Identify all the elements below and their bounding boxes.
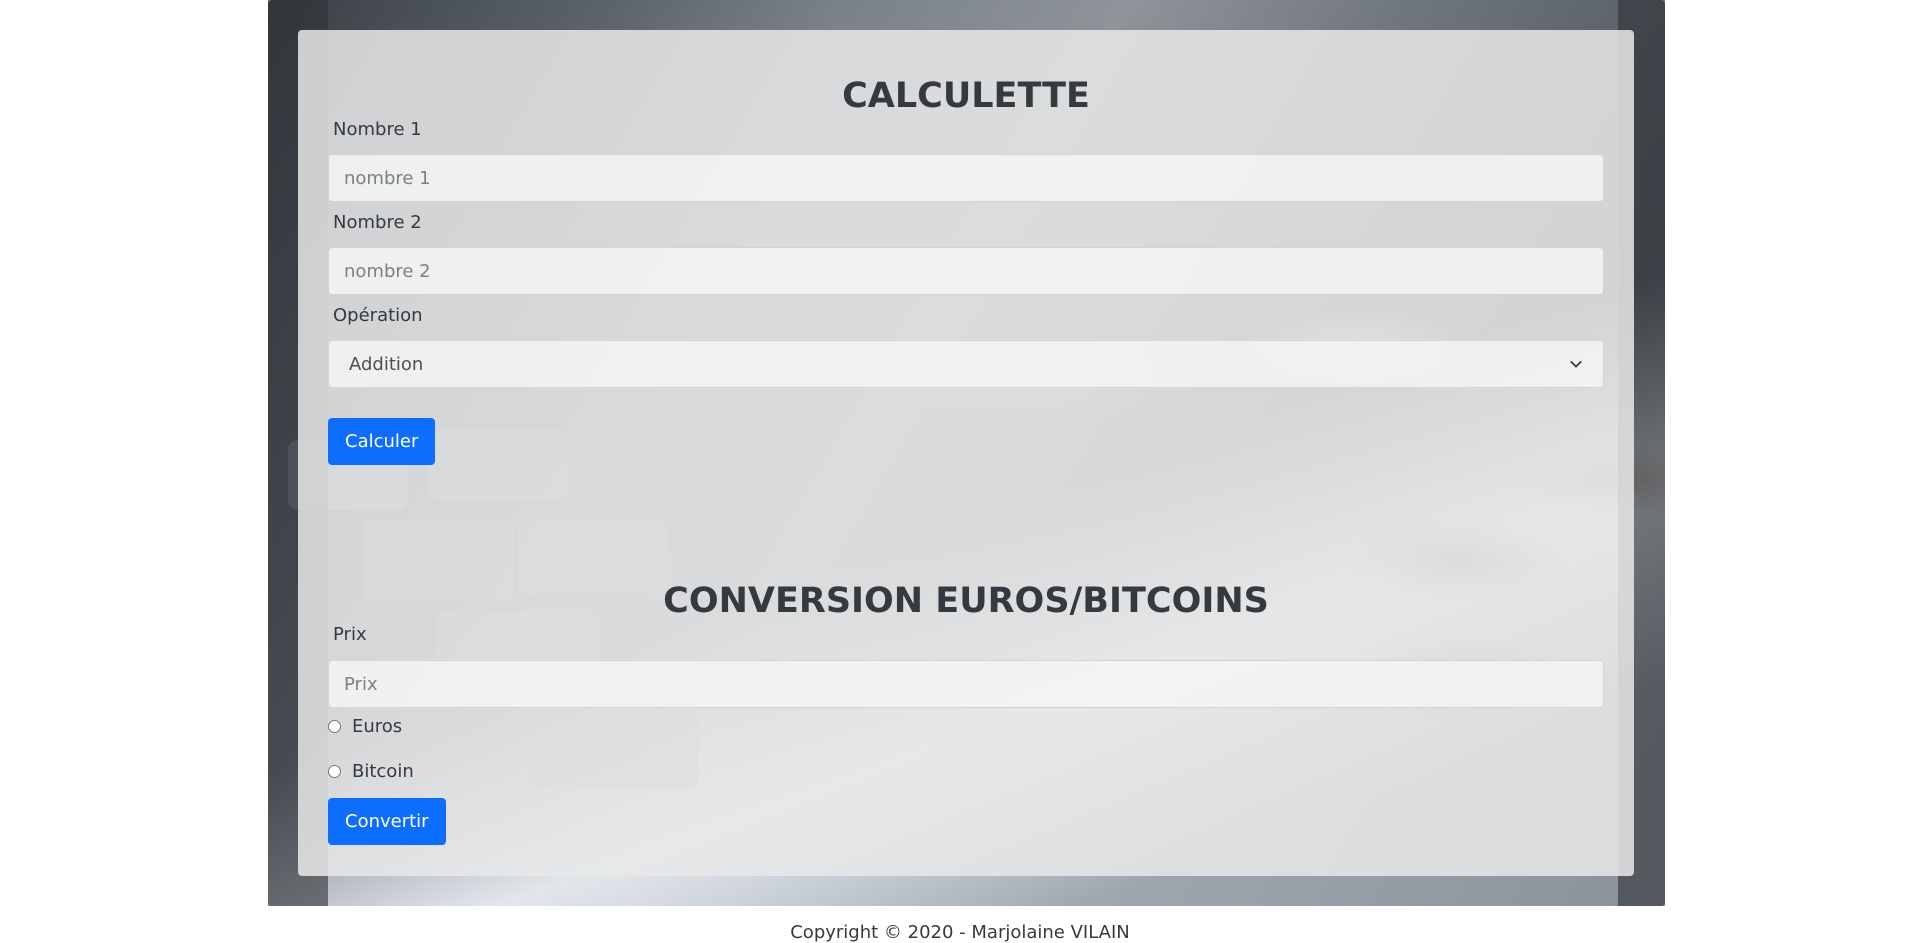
- number2-input[interactable]: [328, 247, 1604, 295]
- euros-option[interactable]: Euros: [328, 716, 402, 737]
- bitcoin-option-label: Bitcoin: [352, 761, 414, 782]
- calculator-title: CALCULETTE: [842, 76, 1090, 116]
- operation-selected-value: Addition: [349, 353, 424, 375]
- chevron-down-icon: [1570, 360, 1582, 368]
- bitcoin-option[interactable]: Bitcoin: [328, 761, 414, 782]
- converter-title: CONVERSION EUROS/BITCOINS: [663, 581, 1269, 621]
- number2-label: Nombre 2: [333, 212, 422, 233]
- operation-select[interactable]: Addition: [328, 340, 1604, 388]
- bitcoin-radio[interactable]: [328, 765, 341, 778]
- operation-label: Opération: [333, 305, 423, 326]
- euros-option-label: Euros: [352, 716, 403, 737]
- number1-input[interactable]: [328, 154, 1604, 202]
- price-input[interactable]: [328, 660, 1604, 708]
- main-panel: CALCULETTE Nombre 1 Nombre 2 Opération A…: [298, 30, 1634, 876]
- price-label: Prix: [333, 624, 367, 645]
- convert-button[interactable]: Convertir: [328, 798, 446, 845]
- calculate-button[interactable]: Calculer: [328, 418, 436, 465]
- number1-label: Nombre 1: [333, 119, 422, 140]
- footer-copyright: Copyright © 2020 - Marjolaine VILAIN: [790, 922, 1130, 943]
- euros-radio[interactable]: [328, 720, 341, 733]
